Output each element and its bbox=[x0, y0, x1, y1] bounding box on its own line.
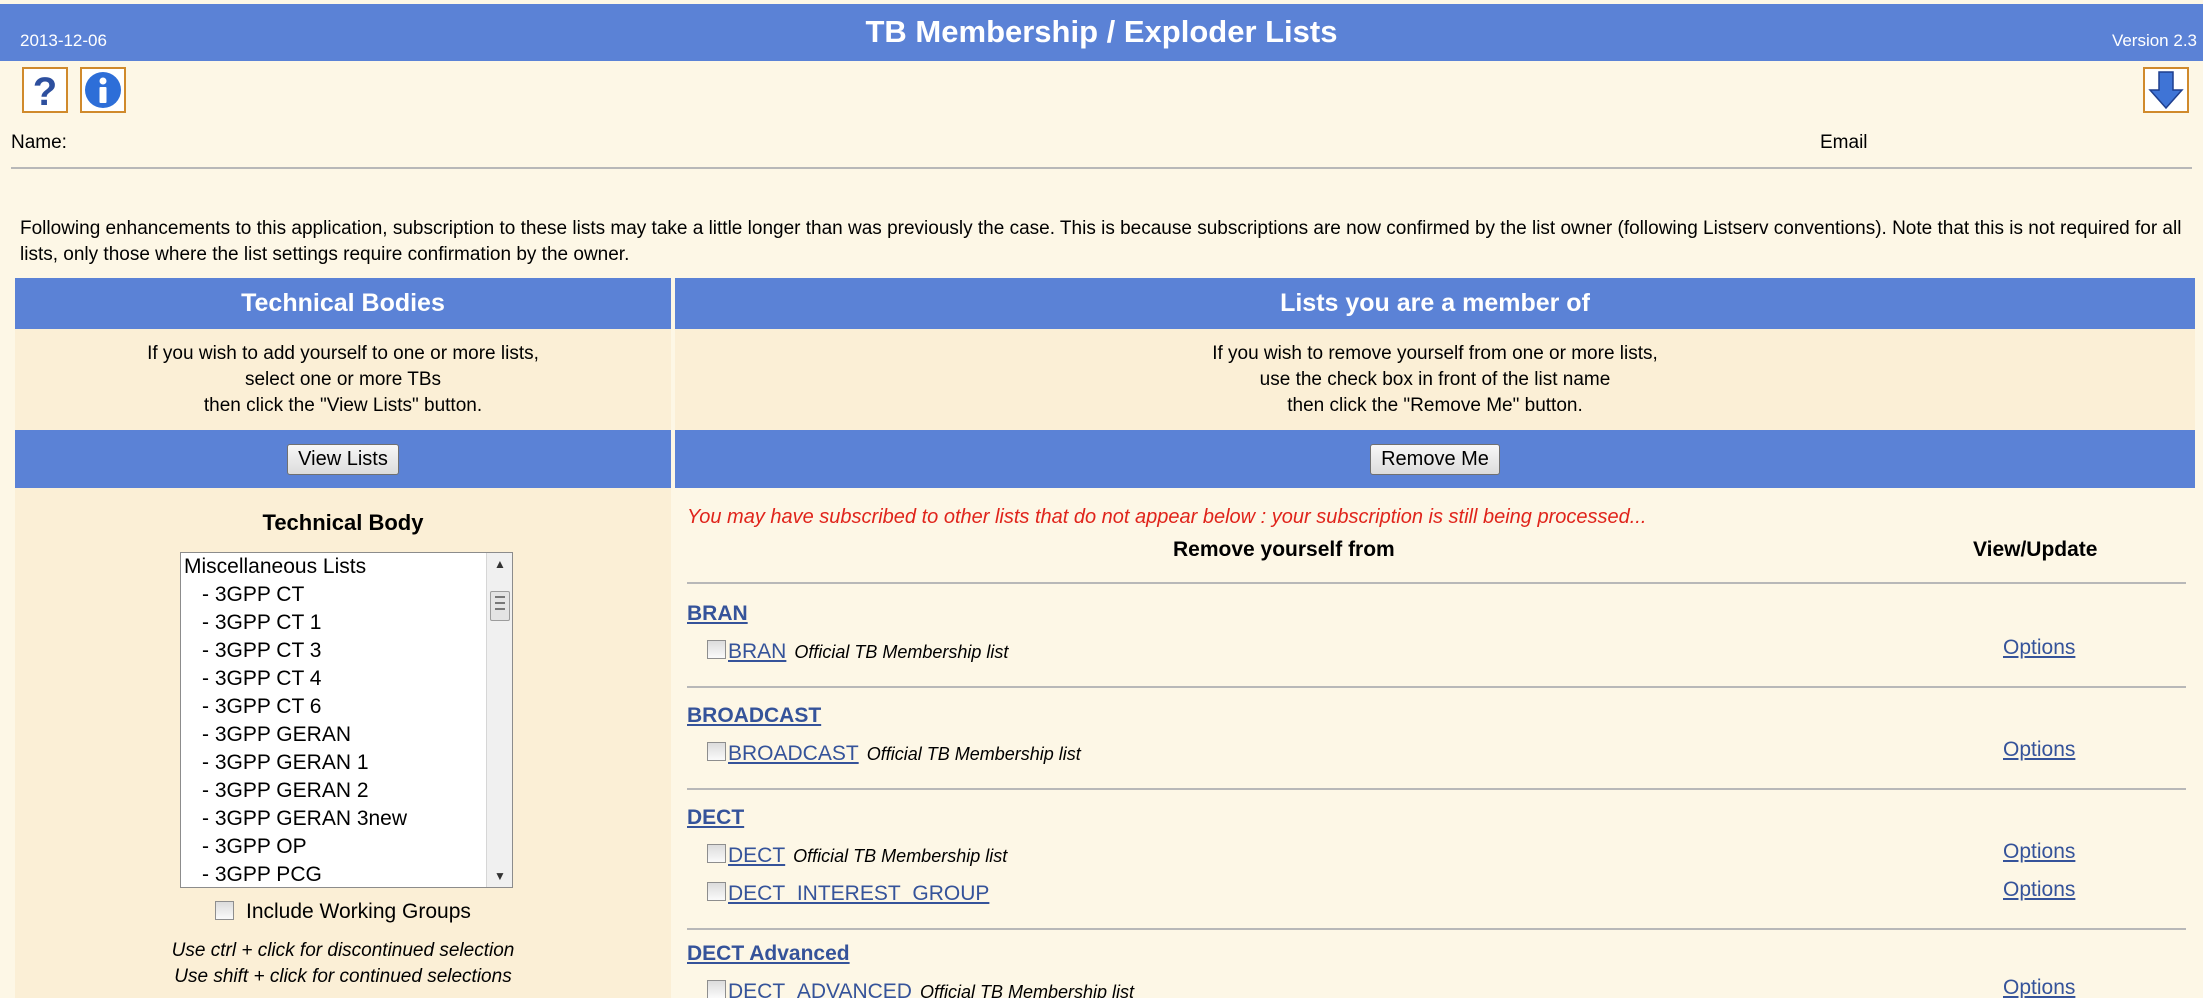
list-item: DECT_INTEREST_GROUP bbox=[707, 881, 989, 906]
technical-body-title: Technical Body bbox=[262, 510, 424, 535]
member-lists-instructions: If you wish to remove yourself from one … bbox=[675, 329, 2195, 430]
technical-body-option[interactable]: - 3GPP GERAN bbox=[181, 721, 512, 749]
list-name-link[interactable]: DECT_INTEREST_GROUP bbox=[728, 882, 989, 905]
enhancement-notice: Following enhancements to this applicati… bbox=[20, 218, 2182, 265]
help-icon: ? bbox=[33, 70, 57, 110]
listbox-scrollbar[interactable]: ▲ ▼ bbox=[486, 553, 512, 887]
page-title: TB Membership / Exploder Lists bbox=[865, 14, 1338, 49]
instruction-line: If you wish to remove yourself from one … bbox=[1212, 343, 1658, 364]
technical-body-option[interactable]: Miscellaneous Lists bbox=[181, 553, 512, 581]
view-update-column-header: View/Update bbox=[1973, 538, 2098, 561]
instruction-line: use the check box in front of the list n… bbox=[1259, 369, 1611, 390]
column-header-divider bbox=[687, 582, 2186, 584]
options-link[interactable]: Options bbox=[2003, 840, 2075, 864]
options-link[interactable]: Options bbox=[2003, 738, 2075, 762]
download-button[interactable] bbox=[2143, 67, 2189, 113]
svg-text:?: ? bbox=[33, 70, 57, 110]
list-item: BRAN Official TB Membership list bbox=[707, 639, 1009, 664]
list-item: DECT_ADVANCED Official TB Membership list bbox=[707, 979, 1135, 998]
technical-body-option[interactable]: - 3GPP GERAN 1 bbox=[181, 749, 512, 777]
list-name-link[interactable]: BROADCAST bbox=[728, 742, 859, 765]
remove-list-checkbox[interactable] bbox=[707, 881, 726, 901]
list-group-link[interactable]: DECT Advanced bbox=[687, 942, 850, 966]
remove-me-button[interactable]: Remove Me bbox=[1370, 443, 1500, 475]
instruction-line: then click the "View Lists" button. bbox=[203, 395, 483, 416]
technical-body-option[interactable]: - 3GPP OP bbox=[181, 833, 512, 861]
include-working-groups-label: Include Working Groups bbox=[246, 900, 471, 923]
list-description: Official TB Membership list bbox=[866, 744, 1081, 764]
info-button[interactable] bbox=[80, 67, 126, 113]
member-lists-section: You may have subscribed to other lists t… bbox=[675, 488, 2195, 998]
technical-body-option[interactable]: - 3GPP GERAN 3new bbox=[181, 805, 512, 833]
remove-list-checkbox[interactable] bbox=[707, 979, 726, 998]
remove-list-checkbox[interactable] bbox=[707, 843, 726, 863]
info-icon bbox=[85, 72, 121, 108]
list-name-link[interactable]: DECT bbox=[728, 844, 785, 867]
instruction-line: If you wish to add yourself to one or mo… bbox=[147, 343, 539, 364]
include-working-groups[interactable]: Include Working Groups bbox=[215, 900, 471, 924]
technical-body-option[interactable]: - 3GPP GERAN 2 bbox=[181, 777, 512, 805]
options-link[interactable]: Options bbox=[2003, 636, 2075, 660]
title-bar: 2013-12-06 TB Membership / Exploder List… bbox=[0, 4, 2203, 61]
scroll-up-icon[interactable]: ▲ bbox=[487, 553, 512, 575]
list-description: Official TB Membership list bbox=[794, 642, 1009, 662]
version-label: Version 2.3 bbox=[2111, 31, 2197, 50]
instruction-line: select one or more TBs bbox=[244, 369, 442, 390]
options-link[interactable]: Options bbox=[2003, 878, 2075, 902]
email-label: Email bbox=[1820, 132, 1868, 153]
processing-warning: You may have subscribed to other lists t… bbox=[687, 506, 1647, 528]
technical-bodies-instructions: If you wish to add yourself to one or mo… bbox=[15, 329, 671, 430]
download-arrow-icon bbox=[2148, 71, 2184, 110]
remove-column-header: Remove yourself from bbox=[1173, 538, 1395, 561]
include-working-groups-checkbox[interactable] bbox=[215, 900, 234, 920]
remove-list-checkbox[interactable] bbox=[707, 741, 726, 761]
list-group-link[interactable]: DECT bbox=[687, 806, 744, 830]
technical-body-select[interactable]: Miscellaneous Lists - 3GPP CT - 3GPP CT 1-… bbox=[180, 552, 513, 888]
technical-body-options: Miscellaneous Lists - 3GPP CT - 3GPP CT 1-… bbox=[181, 553, 512, 887]
technical-body-option[interactable]: - 3GPP PCG bbox=[181, 861, 512, 887]
list-item: BROADCAST Official TB Membership list bbox=[707, 741, 1081, 766]
name-label: Name: bbox=[11, 132, 67, 153]
remove-me-bar: Remove Me bbox=[675, 430, 2195, 488]
instruction-line: then click the "Remove Me" button. bbox=[1287, 395, 1583, 416]
technical-body-option[interactable]: - 3GPP CT 1 bbox=[181, 609, 512, 637]
view-lists-button[interactable]: View Lists bbox=[287, 443, 399, 475]
remove-list-checkbox[interactable] bbox=[707, 639, 726, 659]
technical-body-option[interactable]: - 3GPP CT 4 bbox=[181, 665, 512, 693]
scroll-thumb[interactable] bbox=[490, 591, 510, 621]
shift-click-hint: Use shift + click for continued selectio… bbox=[174, 966, 512, 987]
list-description: Official TB Membership list bbox=[793, 846, 1008, 866]
group-divider bbox=[687, 788, 2186, 790]
technical-body-option[interactable]: - 3GPP CT bbox=[181, 581, 512, 609]
scroll-down-icon[interactable]: ▼ bbox=[487, 865, 512, 887]
technical-body-option[interactable]: - 3GPP CT 6 bbox=[181, 693, 512, 721]
header-divider bbox=[11, 167, 2192, 169]
member-lists-heading: Lists you are a member of bbox=[675, 278, 2195, 329]
technical-body-option[interactable]: - 3GPP CT 3 bbox=[181, 637, 512, 665]
options-link[interactable]: Options bbox=[2003, 976, 2075, 998]
technical-body-section: Technical Body Miscellaneous Lists - 3GPP… bbox=[15, 488, 671, 998]
list-description: Official TB Membership list bbox=[919, 982, 1135, 998]
list-name-link[interactable]: DECT_ADVANCED bbox=[728, 980, 912, 998]
group-divider bbox=[687, 928, 2186, 930]
group-divider bbox=[687, 686, 2186, 688]
list-group-link[interactable]: BRAN bbox=[687, 602, 748, 626]
list-name-link[interactable]: BRAN bbox=[728, 640, 786, 663]
list-item: DECT Official TB Membership list bbox=[707, 843, 1008, 868]
help-button[interactable]: ? bbox=[22, 67, 68, 113]
view-lists-bar: View Lists bbox=[15, 430, 671, 488]
technical-bodies-heading: Technical Bodies bbox=[15, 278, 671, 329]
list-group-link[interactable]: BROADCAST bbox=[687, 704, 821, 728]
ctrl-click-hint: Use ctrl + click for discontinued select… bbox=[171, 940, 515, 961]
